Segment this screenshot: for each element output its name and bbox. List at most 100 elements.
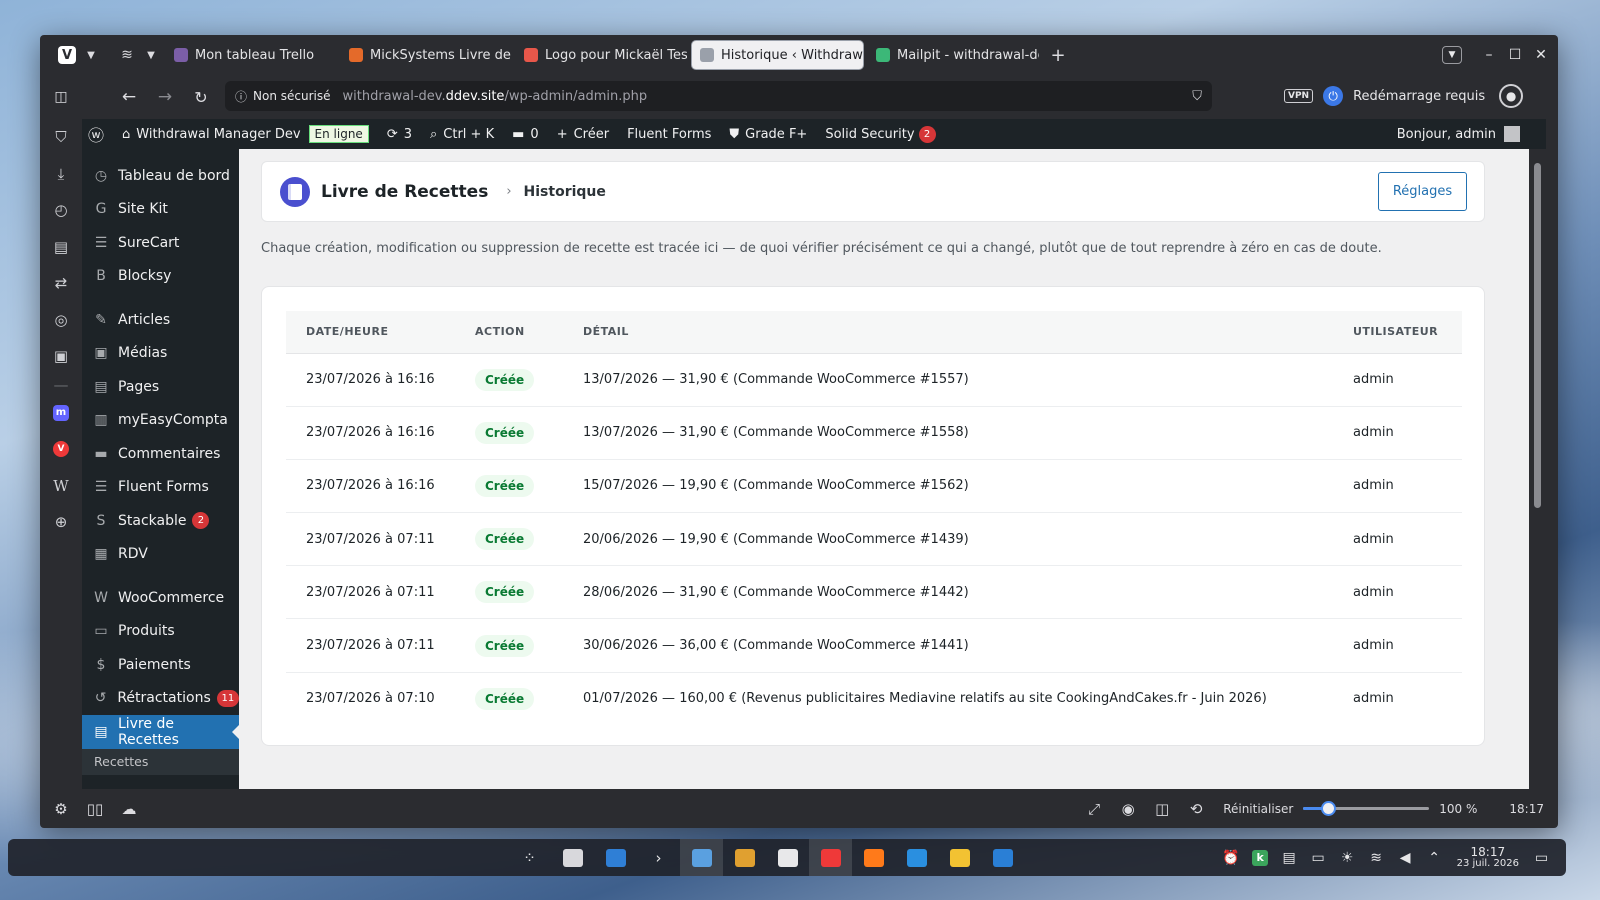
taskbar-clock[interactable]: 18:17 23 juil. 2026 bbox=[1457, 846, 1519, 870]
taskbar-app-8[interactable] bbox=[852, 839, 895, 876]
site-name-link[interactable]: ⌂ Withdrawal Manager Dev En ligne bbox=[122, 125, 369, 143]
taskbar-app-6[interactable] bbox=[766, 839, 809, 876]
mastodon-icon[interactable]: m bbox=[40, 395, 82, 432]
account-menu[interactable]: Bonjour, admin bbox=[1397, 126, 1520, 142]
tab-3[interactable]: Historique ‹ Withdrawal M bbox=[691, 40, 864, 70]
taskbar-app-10[interactable] bbox=[938, 839, 981, 876]
info-icon[interactable]: ⓘ bbox=[235, 88, 247, 105]
back-icon[interactable]: ← bbox=[116, 77, 142, 117]
history-icon[interactable]: ◴ bbox=[40, 192, 82, 229]
menu-item-surecart[interactable]: ☰ SureCart bbox=[82, 226, 239, 260]
panel-toggle-icon[interactable]: ◫ bbox=[48, 77, 74, 117]
taskbar-app-2[interactable] bbox=[594, 839, 637, 876]
menu-item-fluent-forms[interactable]: ☰ Fluent Forms bbox=[82, 471, 239, 505]
battery-icon[interactable]: ▭ bbox=[1304, 850, 1333, 866]
wikipedia-icon[interactable]: W bbox=[40, 468, 82, 505]
menu-item-paiements[interactable]: $ Paiements bbox=[82, 648, 239, 682]
settings-gear-icon[interactable]: ⚙ bbox=[44, 800, 78, 818]
panels-icon[interactable]: ▯▯ bbox=[78, 800, 112, 818]
volume-icon[interactable]: ◀ bbox=[1391, 850, 1420, 866]
tab-4[interactable]: Mailpit - withdrawal-dev... bbox=[868, 40, 1039, 70]
power-icon[interactable]: ⏻ bbox=[1323, 86, 1344, 106]
add-panel-icon[interactable]: ⊕ bbox=[40, 504, 82, 541]
comments-link[interactable]: ▬ 0 bbox=[512, 127, 539, 142]
menu-item-woocommerce[interactable]: W WooCommerce bbox=[82, 581, 239, 615]
wordpress-logo-icon[interactable]: ⓦ bbox=[88, 122, 104, 146]
taskbar-app-7[interactable] bbox=[809, 839, 852, 876]
menu-item-stackable[interactable]: S Stackable 2 bbox=[82, 504, 239, 538]
capture-icon[interactable]: ⤢ bbox=[1077, 800, 1111, 818]
taskbar-app-3[interactable]: › bbox=[637, 839, 680, 876]
zoom-reset-button[interactable]: Réinitialiser bbox=[1223, 802, 1293, 816]
menu-item-pages[interactable]: ▤ Pages bbox=[82, 370, 239, 404]
menu-item-rdv[interactable]: ▦ RDV bbox=[82, 538, 239, 572]
reload-icon[interactable]: ↻ bbox=[188, 77, 214, 117]
bookmarks-icon[interactable]: ⛉ bbox=[40, 119, 82, 156]
tray-expand-icon[interactable]: ⌃ bbox=[1420, 850, 1449, 866]
command-search[interactable]: ⌕ Ctrl + K bbox=[430, 127, 494, 142]
show-desktop-icon[interactable]: ▭ bbox=[1527, 850, 1556, 866]
create-link[interactable]: + Créer bbox=[557, 127, 609, 142]
submenu-item-recettes[interactable]: Recettes bbox=[82, 748, 239, 775]
downloads-icon[interactable]: ⤓ bbox=[40, 156, 82, 193]
tab-2[interactable]: Logo pour Mickaël Tessi... bbox=[516, 40, 687, 70]
taskbar-app-4[interactable] bbox=[680, 839, 723, 876]
taskbar-app-0[interactable]: ⁘ bbox=[508, 839, 551, 876]
translate-icon[interactable]: ⇄ bbox=[40, 265, 82, 302]
notes-icon[interactable]: ▤ bbox=[40, 229, 82, 266]
alarm-icon[interactable]: ⏰ bbox=[1217, 850, 1246, 866]
brightness-icon[interactable]: ☀ bbox=[1333, 850, 1362, 866]
taskbar-app-11[interactable] bbox=[981, 839, 1024, 876]
scrollbar-thumb[interactable] bbox=[1534, 163, 1541, 508]
menu-item-myeasycompta[interactable]: ▥ myEasyCompta bbox=[82, 404, 239, 438]
wifi-icon[interactable]: ≋ bbox=[1362, 850, 1391, 866]
chevron-down-icon[interactable]: ▼ bbox=[82, 35, 100, 75]
security-label[interactable]: Non sécurisé bbox=[253, 89, 330, 103]
vpn-badge[interactable]: VPN bbox=[1284, 89, 1314, 103]
menu-item-m-dias[interactable]: ▣ Médias bbox=[82, 337, 239, 371]
vivaldi-menu-icon[interactable]: V bbox=[52, 35, 82, 75]
settings-button[interactable]: Réglages bbox=[1378, 172, 1467, 211]
maximize-icon[interactable]: ☐ bbox=[1502, 47, 1528, 63]
workspaces-icon[interactable]: ≋ bbox=[112, 35, 142, 75]
url-text[interactable]: withdrawal-dev.ddev.site/wp-admin/admin.… bbox=[343, 89, 648, 104]
profile-avatar-icon[interactable]: ● bbox=[1499, 84, 1524, 108]
menu-item-tableau-de-bord[interactable]: ◷ Tableau de bord bbox=[82, 159, 239, 193]
forward-icon[interactable]: → bbox=[152, 77, 178, 117]
menu-item-articles[interactable]: ✎ Articles bbox=[82, 303, 239, 337]
grade-link[interactable]: ⛊ Grade F+ bbox=[729, 127, 807, 142]
tiling-icon[interactable]: ◫ bbox=[1145, 800, 1179, 818]
page-actions-icon[interactable]: ⟲ bbox=[1179, 800, 1213, 818]
restart-required-label[interactable]: Redémarrage requis bbox=[1353, 89, 1485, 104]
bookmark-icon[interactable]: ⛉ bbox=[1192, 89, 1202, 104]
minimize-icon[interactable]: – bbox=[1476, 47, 1502, 63]
kde-connect-icon[interactable]: k bbox=[1246, 849, 1275, 866]
taskbar-app-1[interactable] bbox=[551, 839, 594, 876]
vivaldi-social-icon[interactable]: V bbox=[40, 431, 82, 468]
menu-item-livre-de-recettes[interactable]: ▤ Livre de Recettes bbox=[82, 715, 240, 749]
taskbar-app-9[interactable] bbox=[895, 839, 938, 876]
menu-item-r-tractations[interactable]: ↺ Rétractations 11 bbox=[82, 682, 239, 716]
updates-link[interactable]: ⟳ 3 bbox=[387, 127, 412, 142]
tab-0[interactable]: Mon tableau Trello bbox=[166, 40, 337, 70]
tab-1[interactable]: MickSystems Livre de R... bbox=[341, 40, 512, 70]
reading-list-icon[interactable]: ◎ bbox=[40, 302, 82, 339]
window-panel-icon[interactable]: ▣ bbox=[40, 338, 82, 375]
clipboard-icon[interactable]: ▤ bbox=[1275, 850, 1304, 866]
new-tab-button[interactable]: + bbox=[1043, 35, 1073, 75]
chevron-down-icon[interactable]: ▼ bbox=[142, 35, 160, 75]
solid-security-link[interactable]: Solid Security 2 bbox=[825, 125, 936, 143]
page-scrollbar[interactable] bbox=[1529, 149, 1546, 789]
menu-item-produits[interactable]: ▭ Produits bbox=[82, 615, 239, 649]
sync-cloud-icon[interactable]: ☁ bbox=[112, 800, 146, 818]
screenshot-icon[interactable]: ◉ bbox=[1111, 800, 1145, 818]
menu-item-blocksy[interactable]: B Blocksy bbox=[82, 260, 239, 294]
menu-item-site-kit[interactable]: G Site Kit bbox=[82, 193, 239, 227]
menu-item-commentaires[interactable]: ▬ Commentaires bbox=[82, 437, 239, 471]
zoom-slider[interactable] bbox=[1303, 801, 1430, 816]
zoom-slider-knob[interactable] bbox=[1321, 801, 1337, 816]
close-icon[interactable]: ✕ bbox=[1528, 47, 1554, 63]
fluent-forms-link[interactable]: Fluent Forms bbox=[627, 127, 711, 142]
tab-list-icon[interactable]: ▼ bbox=[1442, 46, 1462, 64]
address-bar[interactable]: ⓘ Non sécurisé withdrawal-dev.ddev.site/… bbox=[225, 81, 1212, 111]
